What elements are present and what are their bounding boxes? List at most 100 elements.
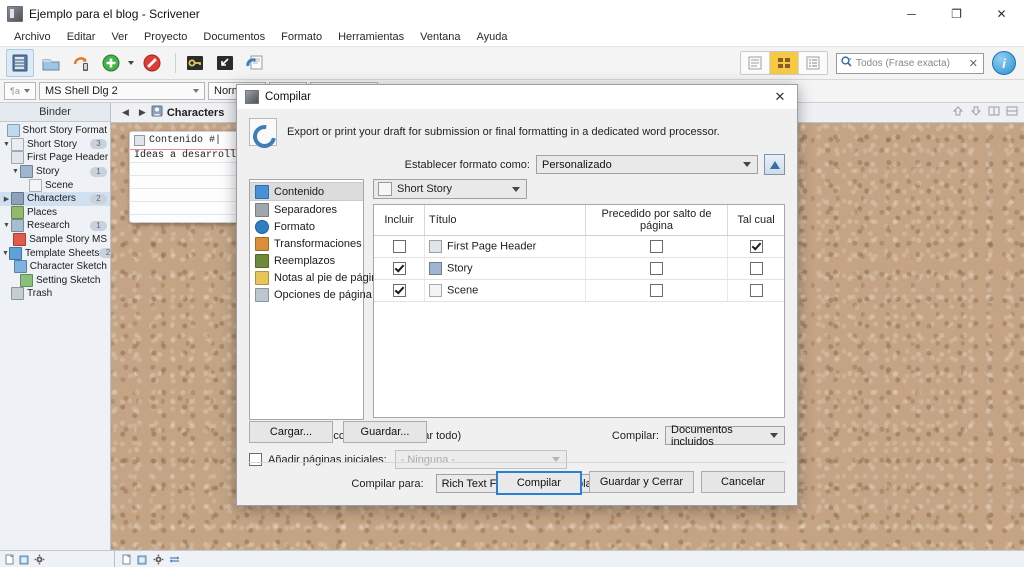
table-row[interactable]: Story [374,257,784,280]
keywords-icon[interactable] [182,50,208,76]
disclosure-triangle-icon[interactable]: ▼ [2,250,9,257]
page-break-checkbox[interactable] [650,262,663,275]
editor-document-title: Characters [166,106,225,119]
sync-icon[interactable] [68,50,94,76]
menu-formato[interactable]: Formato [273,29,330,46]
disclosure-triangle-icon[interactable]: ▶ [2,195,11,203]
as-is-checkbox[interactable] [749,284,763,297]
format-preset-dropdown[interactable]: Personalizado [536,155,758,174]
compile-icon[interactable] [242,50,268,76]
close-button[interactable]: ✕ [979,0,1024,28]
table-row[interactable]: Scene [374,279,784,302]
bookmark-down-icon[interactable] [970,105,982,120]
compile-option-footnotes[interactable]: Notas al pie de págin... [250,269,387,286]
outliner-view-button[interactable] [799,52,827,74]
as-is-checkbox[interactable] [749,262,763,275]
maximize-button[interactable]: ❐ [934,0,979,28]
font-dropdown[interactable]: MS Shell Dlg 2 [39,82,205,100]
binder-item-label: Trash [27,288,53,300]
compile-option-transformations[interactable]: Transformaciones [250,235,363,252]
style-preset-dropdown[interactable]: ¶a [4,82,36,100]
inspector-toggle-button[interactable]: i [992,51,1016,75]
binder-item[interactable]: ▶ Characters 2 [0,191,110,206]
include-checkbox[interactable] [392,240,406,253]
add-icon[interactable] [98,50,124,76]
minimize-button[interactable]: ─ [889,0,934,28]
book-icon [429,262,442,275]
menu-archivo[interactable]: Archivo [6,29,59,46]
add-document-icon[interactable] [4,554,15,565]
menu-ayuda[interactable]: Ayuda [469,29,516,46]
compile-option-replacements[interactable]: Reemplazos [250,252,363,269]
binder-item[interactable]: Setting Sketch [0,273,110,288]
compile-option-page-options[interactable]: Opciones de página [250,286,372,303]
table-row[interactable]: First Page Header [374,235,784,258]
dialog-close-button[interactable]: ✕ [763,85,797,109]
page-break-checkbox[interactable] [650,284,663,297]
add-folder-icon[interactable] [137,554,148,565]
binder-item-count: 2 [99,248,110,259]
chevron-down-icon [24,89,30,93]
save-preset-button[interactable]: Guardar... [343,421,427,443]
corkboard-view-button[interactable] [770,52,799,74]
binder-item[interactable]: ▼ Research 1 [0,219,110,233]
format-manage-button[interactable] [764,154,785,175]
compile-option-content-list[interactable]: Contenido [250,182,363,201]
group-selector-dropdown[interactable]: Short Story [373,179,527,199]
split-horizontal-icon[interactable] [1006,105,1018,120]
menu-editar[interactable]: Editar [59,29,104,46]
collections-icon[interactable] [38,50,64,76]
cancel-button[interactable]: Cancelar [701,471,785,493]
compile-scope-dropdown[interactable]: Documentos incluidos [665,424,785,448]
binder-item[interactable]: Character Sketch [0,260,110,274]
fullscreen-icon[interactable] [212,50,238,76]
binder-item[interactable]: Short Story Format [0,124,110,138]
binder-item[interactable]: ▼ Short Story 3 [0,137,110,152]
format-circle-icon [255,219,269,234]
disclosure-triangle-icon[interactable]: ▼ [11,168,20,175]
settings-gear-icon[interactable] [153,554,164,565]
settings-gear-icon[interactable] [34,554,45,565]
editor-header-actions [952,105,1018,120]
include-checkbox[interactable] [392,262,406,275]
binder-item-count: 2 [90,193,107,204]
menu-proyecto[interactable]: Proyecto [136,29,195,46]
disclosure-triangle-icon[interactable]: ▼ [2,141,11,148]
menu-documentos[interactable]: Documentos [195,29,273,46]
add-document-icon[interactable] [121,554,132,565]
save-and-close-button[interactable]: Guardar y Cerrar [588,471,694,493]
page-break-checkbox[interactable] [650,240,663,253]
compile-option-format-circle[interactable]: Formato [250,218,363,235]
binder-item[interactable]: Sample Story MS [0,233,110,247]
binder-item[interactable]: Trash [0,287,110,301]
menu-herramientas[interactable]: Herramientas [330,29,412,46]
binder-toggle-icon[interactable] [6,49,34,77]
binder-item[interactable]: Scene [0,178,110,192]
disclosure-triangle-icon[interactable]: ▼ [2,222,11,229]
search-clear-icon[interactable]: ✕ [967,57,980,70]
split-vertical-icon[interactable] [988,105,1000,120]
col-page-break: Precedido por salto de página [585,205,728,236]
include-checkbox[interactable] [392,284,406,297]
add-dropdown-caret-icon[interactable] [128,61,134,65]
binder-item[interactable]: ▼ Template Sheets 2 [0,246,110,260]
binder-item[interactable]: ▼ Story 1 [0,165,110,179]
menu-ventana[interactable]: Ventana [412,29,468,46]
load-preset-button[interactable]: Cargar... [249,421,333,443]
scrivenings-view-button[interactable] [741,52,770,74]
compile-option-label: Notas al pie de págin... [274,271,387,284]
as-is-checkbox[interactable] [749,240,763,253]
no-entry-icon[interactable] [139,50,165,76]
compile-button[interactable]: Compilar [495,471,582,495]
menu-ver[interactable]: Ver [103,29,136,46]
compile-option-separators[interactable]: Separadores [250,201,363,218]
bookmark-up-icon[interactable] [952,105,964,120]
add-folder-icon[interactable] [19,554,30,565]
search-input[interactable]: Todos (Frase exacta) ✕ [836,52,984,74]
editor-back-button[interactable]: ◀ [117,107,134,118]
binder-item[interactable]: Places [0,205,110,220]
binder-item[interactable]: First Page Header [0,151,110,165]
dialog-title-bar: Compilar ✕ [237,85,797,110]
arrange-icon[interactable] [169,554,180,565]
editor-forward-button[interactable]: ▶ [134,107,151,118]
